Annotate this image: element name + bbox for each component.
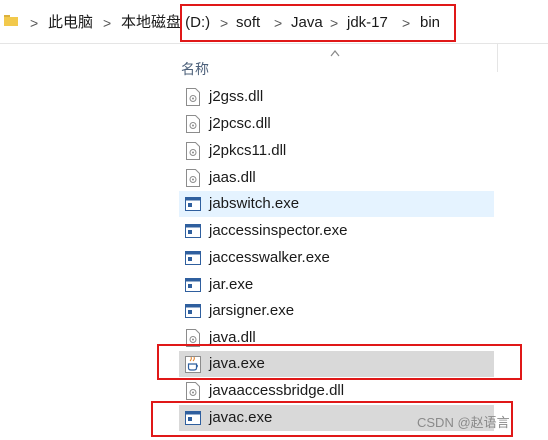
breadcrumb-separator[interactable]: > xyxy=(220,13,228,33)
file-name: j2pkcs11.dll xyxy=(209,142,287,159)
dll-file-icon xyxy=(186,382,200,400)
file-name: jaccessinspector.exe xyxy=(209,222,348,239)
file-row[interactable]: jaccesswalker.exe xyxy=(179,245,494,271)
file-name: jarsigner.exe xyxy=(209,302,295,319)
exe-file-icon xyxy=(185,411,201,425)
file-name: jaccesswalker.exe xyxy=(209,249,330,266)
exe-file-icon xyxy=(185,304,201,318)
sort-ascending-icon[interactable] xyxy=(330,49,340,57)
file-name: java.dll xyxy=(209,329,256,346)
column-header-name[interactable]: 名称 xyxy=(181,60,209,78)
breadcrumb-separator[interactable]: > xyxy=(402,13,410,33)
file-row[interactable]: javaaccessbridge.dll xyxy=(179,378,494,404)
file-name: javaaccessbridge.dll xyxy=(209,382,345,399)
breadcrumb-separator[interactable]: > xyxy=(103,13,111,33)
dll-file-icon xyxy=(186,142,200,160)
dll-file-icon xyxy=(186,329,200,347)
java-exe-icon xyxy=(185,356,201,373)
breadcrumb-jdk17[interactable]: jdk-17 xyxy=(347,13,388,33)
dll-file-icon xyxy=(186,115,200,133)
file-row[interactable]: j2pkcs11.dll xyxy=(179,138,494,164)
breadcrumb-separator[interactable]: > xyxy=(30,13,38,33)
file-row[interactable]: jaas.dll xyxy=(179,165,494,191)
watermark: CSDN @赵语言 xyxy=(417,415,510,430)
file-row[interactable]: j2gss.dll xyxy=(179,84,494,110)
folder-icon xyxy=(4,15,18,26)
file-name: jar.exe xyxy=(209,276,254,293)
exe-file-icon xyxy=(185,278,201,292)
file-name: javac.exe xyxy=(209,409,273,426)
file-name: j2gss.dll xyxy=(209,88,264,105)
breadcrumb-local-disk[interactable]: 本地磁盘 (D:) xyxy=(121,13,210,33)
file-row[interactable]: jar.exe xyxy=(179,272,494,298)
file-row[interactable]: jarsigner.exe xyxy=(179,298,494,324)
exe-file-icon xyxy=(185,197,201,211)
file-explorer-window: > 此电脑 > 本地磁盘 (D:) > soft > Java > jdk-17… xyxy=(0,0,548,440)
file-name: jaas.dll xyxy=(209,169,256,186)
breadcrumb-separator[interactable]: > xyxy=(330,13,338,33)
file-row[interactable]: java.dll xyxy=(179,325,494,351)
file-name: java.exe xyxy=(209,355,265,372)
file-row[interactable]: jabswitch.exe xyxy=(179,191,494,217)
breadcrumb-java[interactable]: Java xyxy=(291,13,323,33)
dll-file-icon xyxy=(186,169,200,187)
address-bar[interactable]: > 此电脑 > 本地磁盘 (D:) > soft > Java > jdk-17… xyxy=(0,0,548,44)
dll-file-icon xyxy=(186,88,200,106)
breadcrumb-soft[interactable]: soft xyxy=(236,13,260,33)
breadcrumb-separator[interactable]: > xyxy=(274,13,282,33)
file-name: jabswitch.exe xyxy=(209,195,300,212)
breadcrumb-this-pc[interactable]: 此电脑 xyxy=(48,13,93,33)
file-row[interactable]: jaccessinspector.exe xyxy=(179,218,494,244)
exe-file-icon xyxy=(185,251,201,265)
column-divider[interactable] xyxy=(497,44,498,72)
file-row[interactable]: j2pcsc.dll xyxy=(179,111,494,137)
file-row[interactable]: java.exe xyxy=(179,351,494,377)
exe-file-icon xyxy=(185,224,201,238)
breadcrumb-bin[interactable]: bin xyxy=(420,13,440,33)
file-name: j2pcsc.dll xyxy=(209,115,271,132)
